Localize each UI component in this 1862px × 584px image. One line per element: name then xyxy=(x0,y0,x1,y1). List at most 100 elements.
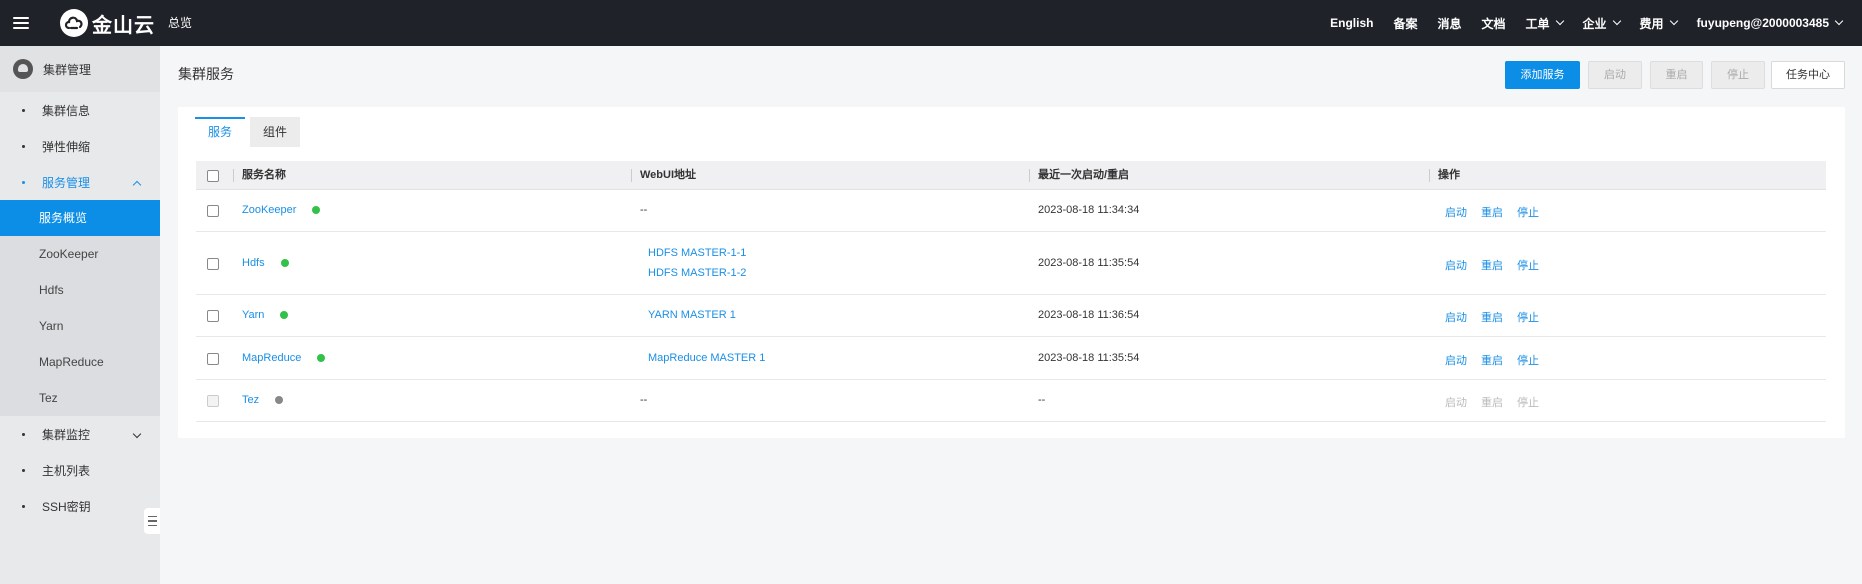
table-header: 服务名称 WebUI地址 最近一次启动/重启 操作 xyxy=(196,161,1826,190)
sidebar-subitem[interactable]: Tez xyxy=(0,380,160,416)
sidebar-item-label: 弹性伸缩 xyxy=(42,139,91,154)
service-name-link[interactable]: Yarn xyxy=(242,309,264,321)
topnav-item[interactable]: 备案 xyxy=(1393,15,1417,32)
sidebar-item-label: 集群信息 xyxy=(42,103,91,118)
chevron-down-icon xyxy=(132,429,142,439)
webui-link[interactable]: MapReduce MASTER 1 xyxy=(648,352,765,364)
sidebar-item-elastic-scaling[interactable]: 弹性伸缩 xyxy=(0,128,160,164)
topnav-item-label: 备案 xyxy=(1393,16,1418,31)
row-checkbox[interactable] xyxy=(207,310,219,322)
sidebar-subitem[interactable]: ZooKeeper xyxy=(0,236,160,272)
hamburger-menu-icon[interactable] xyxy=(0,0,42,46)
bullet-icon xyxy=(22,468,25,472)
bullet-icon xyxy=(22,108,25,112)
table-row: Tez -- -- 启动 重启 停止 xyxy=(196,380,1826,422)
page-title: 集群服务 xyxy=(178,66,234,82)
topnav-item[interactable]: fuyupeng@2000003485 xyxy=(1697,16,1844,30)
stop-action-link[interactable]: 停止 xyxy=(1517,204,1539,220)
webui-link[interactable]: HDFS MASTER-1-2 xyxy=(648,267,746,279)
stop-action-link[interactable]: 停止 xyxy=(1517,309,1539,325)
stop-action-link[interactable]: 停止 xyxy=(1517,257,1539,273)
status-dot-icon xyxy=(317,354,325,362)
sidebar-subitem[interactable]: Yarn xyxy=(0,308,160,344)
sidebar-header-label: 集群管理 xyxy=(43,62,92,77)
brand-logo[interactable]: 金山云 xyxy=(60,9,155,37)
last-start-time: 2023-08-18 11:35:54 xyxy=(1038,257,1140,269)
row-checkbox[interactable] xyxy=(207,258,219,270)
start-action-link[interactable]: 启动 xyxy=(1445,309,1467,325)
restart-action-link[interactable]: 重启 xyxy=(1481,352,1503,368)
service-name-link[interactable]: MapReduce xyxy=(242,352,301,364)
sidebar-item-ssh-key[interactable]: SSH密钥 xyxy=(0,488,160,524)
sidebar-subitem[interactable]: Hdfs xyxy=(0,272,160,308)
restart-action-link[interactable]: 重启 xyxy=(1481,394,1503,410)
stop-action-link[interactable]: 停止 xyxy=(1517,352,1539,368)
sidebar-item-host-list[interactable]: 主机列表 xyxy=(0,452,160,488)
column-divider xyxy=(233,169,234,182)
tab-components[interactable]: 组件 xyxy=(250,117,300,147)
row-checkbox[interactable] xyxy=(207,395,219,407)
topnav-item[interactable]: 企业 xyxy=(1582,15,1621,32)
task-center-button[interactable]: 任务中心 xyxy=(1771,61,1845,89)
webui-link[interactable]: YARN MASTER 1 xyxy=(648,309,736,321)
topnav-item[interactable]: 文档 xyxy=(1482,15,1506,32)
table-row: Hdfs HDFS MASTER-1-1 HDFS MASTER-1-2 2023-0… xyxy=(196,232,1826,295)
sidebar-item-label: SSH密钥 xyxy=(42,499,91,514)
add-service-button[interactable]: 添加服务 xyxy=(1505,61,1580,89)
sidebar: 集群管理 集群信息 弹性伸缩 服务管理 服务概览 ZooKeeper Hdfs Yar… xyxy=(0,46,160,584)
webui-value: -- xyxy=(640,204,648,216)
table-row: Yarn YARN MASTER 1 2023-08-18 11:36:54 启动 重启… xyxy=(196,295,1826,337)
cluster-icon xyxy=(13,59,33,79)
stop-action-link[interactable]: 停止 xyxy=(1517,394,1539,410)
tab-services[interactable]: 服务 xyxy=(195,117,245,147)
status-dot-icon xyxy=(312,206,320,214)
row-checkbox[interactable] xyxy=(207,205,219,217)
sidebar-subitem[interactable]: 服务概览 xyxy=(0,200,160,236)
status-dot-icon xyxy=(281,259,289,267)
start-action-link[interactable]: 启动 xyxy=(1445,204,1467,220)
table-row: ZooKeeper -- 2023-08-18 11:34:34 启动 重启 停止 xyxy=(196,190,1826,232)
webui-link[interactable]: HDFS MASTER-1-1 xyxy=(648,247,746,259)
sidebar-item-label: 集群监控 xyxy=(42,427,91,442)
bullet-icon xyxy=(22,180,25,184)
nav-overview[interactable]: 总览 xyxy=(168,0,192,46)
last-start-time: 2023-08-18 11:35:54 xyxy=(1038,352,1140,364)
service-name-link[interactable]: Tez xyxy=(242,394,259,406)
start-action-link[interactable]: 启动 xyxy=(1445,352,1467,368)
topnav-item[interactable]: 工单 xyxy=(1526,15,1564,32)
select-all-checkbox[interactable] xyxy=(207,170,219,182)
restart-action-link[interactable]: 重启 xyxy=(1481,257,1503,273)
sidebar-subitem[interactable]: MapReduce xyxy=(0,344,160,380)
sidebar-item-service-management[interactable]: 服务管理 xyxy=(0,164,160,200)
topnav-item[interactable]: 费用 xyxy=(1640,15,1678,32)
restart-button[interactable]: 重启 xyxy=(1650,61,1703,89)
start-action-link[interactable]: 启动 xyxy=(1445,257,1467,273)
bullet-icon xyxy=(22,504,25,508)
bullet-icon xyxy=(22,144,25,148)
topnav-item[interactable]: 消息 xyxy=(1437,15,1461,32)
chevron-down-icon xyxy=(1555,16,1564,26)
topnav-item-label: 企业 xyxy=(1582,16,1607,31)
row-checkbox[interactable] xyxy=(207,353,219,365)
sidebar-item-cluster-monitor[interactable]: 集群监控 xyxy=(0,416,160,452)
column-divider xyxy=(631,169,632,182)
sidebar-item-label: 主机列表 xyxy=(42,463,91,478)
top-navbar: 金山云 总览 English 备案 消息 文档 工单 企业 费用 fuyupeng@20000… xyxy=(0,0,1862,46)
service-name-link[interactable]: Hdfs xyxy=(242,257,265,269)
topnav-item[interactable]: English xyxy=(1330,16,1373,30)
start-action-link[interactable]: 启动 xyxy=(1445,394,1467,410)
start-button[interactable]: 启动 xyxy=(1588,61,1642,89)
sidebar-item-cluster-info[interactable]: 集群信息 xyxy=(0,92,160,128)
chevron-up-icon xyxy=(132,180,142,190)
sidebar-collapse-icon[interactable] xyxy=(144,508,160,534)
sidebar-header[interactable]: 集群管理 xyxy=(0,46,160,92)
status-dot-icon xyxy=(280,311,288,319)
cloud-logo-icon xyxy=(60,9,88,37)
table-row: MapReduce MapReduce MASTER 1 2023-08-18 11… xyxy=(196,337,1826,380)
services-card: 服务 组件 服务名称 WebUI地址 最近一次启动/重启 操作 ZooKeepe… xyxy=(178,107,1845,438)
restart-action-link[interactable]: 重启 xyxy=(1481,309,1503,325)
service-name-link[interactable]: ZooKeeper xyxy=(242,204,296,216)
restart-action-link[interactable]: 重启 xyxy=(1481,204,1503,220)
stop-button[interactable]: 停止 xyxy=(1711,61,1765,89)
topnav-item-label: English xyxy=(1330,16,1374,30)
